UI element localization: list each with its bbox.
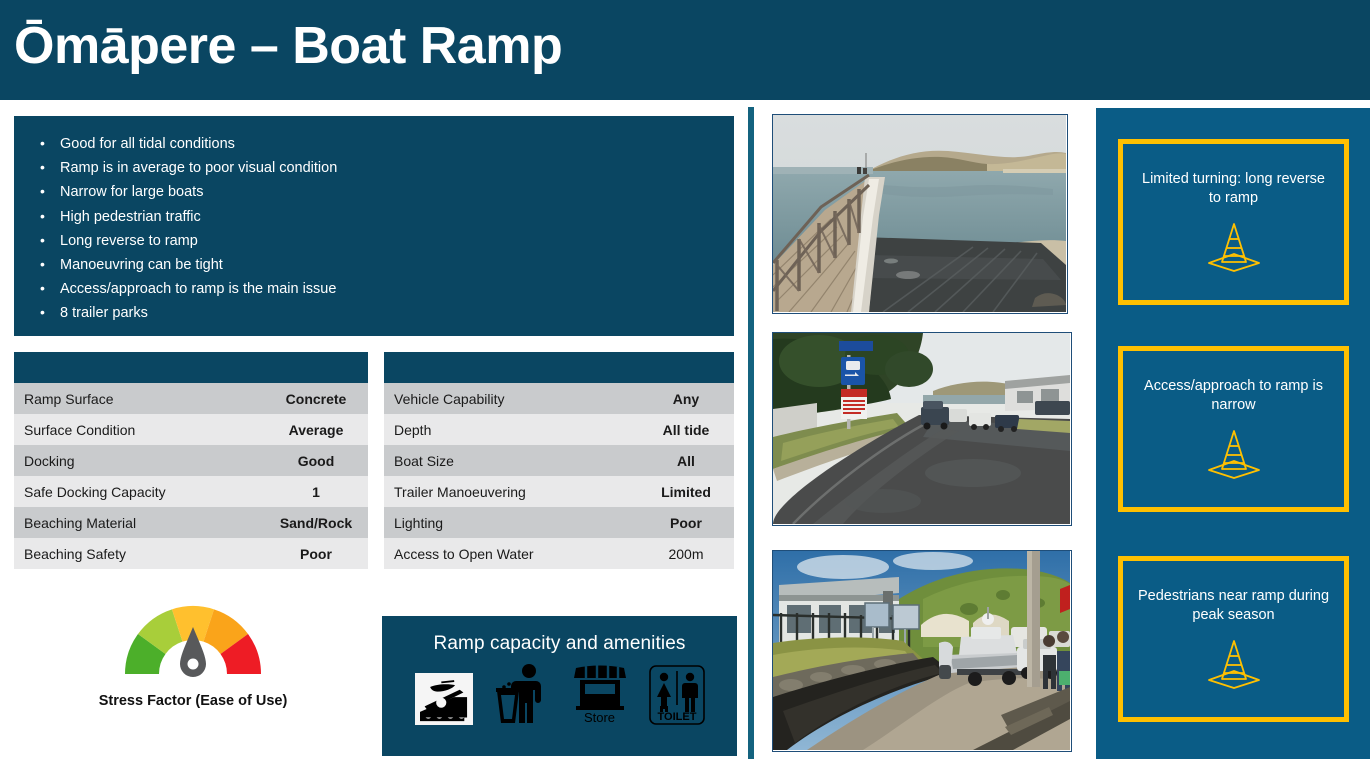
row-label: Vehicle Capability [384,383,638,414]
table-row: Trailer Manoeuvering Limited [384,476,734,507]
row-value: Good [264,445,368,476]
slide-header: Ōmāpere – Boat Ramp [0,0,1370,100]
stress-factor-gauge: Stress Factor (Ease of Use) [60,592,326,709]
risk-text: Access/approach to ramp is narrow [1144,378,1323,413]
traffic-cone-icon [1207,430,1260,479]
list-item: Access/approach to ramp is the main issu… [36,276,734,301]
row-value: 1 [264,476,368,507]
row-label: Ramp Surface [14,383,264,414]
table-header-cell [384,352,734,383]
table-row: Vehicle Capability Any [384,383,734,414]
list-item: High pedestrian traffic [36,204,734,229]
gauge-label: Stress Factor (Ease of Use) [98,693,288,709]
toilet-label: TOILET [657,711,696,723]
rubbish-bin-icon [495,664,541,723]
risk-box-narrow-access: Access/approach to ramp is narrow [1118,346,1349,512]
slide: Ōmāpere – Boat Ramp Good for all tidal c… [0,0,1370,767]
list-item: Narrow for large boats [36,179,734,204]
gauge-icon [124,606,261,677]
amenities-title: Ramp capacity and amenities [433,633,686,654]
list-item: Good for all tidal conditions [36,131,734,156]
row-label: Docking [14,445,264,476]
row-label: Safe Docking Capacity [14,476,264,507]
boat-ramp-icon [414,673,473,725]
amenities-icon-row: Store TOILET [382,663,737,725]
risk-box-limited-turning: Limited turning: long reverse to ramp [1118,139,1349,305]
amenity-rubbish-bin [495,663,551,725]
toilet-icon: TOILET [648,665,705,725]
row-value: Any [638,383,734,414]
ramp-capability-table: Vehicle Capability Any Depth All tide Bo… [384,352,734,569]
amenities-panel: Ramp capacity and amenities Store TOILET [382,616,737,756]
row-value: Poor [638,507,734,538]
photo-access-road [772,332,1072,526]
row-label: Lighting [384,507,638,538]
table-row: Access to Open Water 200m [384,538,734,569]
table-header-row [14,352,368,383]
row-label: Surface Condition [14,414,264,445]
risks-panel: Limited turning: long reverse to ramp Ac… [1096,108,1370,759]
table-row: Lighting Poor [384,507,734,538]
table-row: Safe Docking Capacity 1 [14,476,368,507]
table-row: Beaching Safety Poor [14,538,368,569]
amenity-boat-ramp [414,673,473,725]
row-label: Beaching Safety [14,538,264,569]
list-item: 8 trailer parks [36,300,734,325]
key-points-panel: Good for all tidal conditions Ramp is in… [14,116,734,336]
table-row: Docking Good [14,445,368,476]
row-label: Beaching Material [14,507,264,538]
table-header-row [384,352,734,383]
row-value: Concrete [264,383,368,414]
traffic-cone-icon [1207,640,1260,689]
row-value: Average [264,414,368,445]
amenity-caption: Store [583,710,616,725]
list-item: Manoeuvring can be tight [36,252,734,277]
list-item: Long reverse to ramp [36,228,734,253]
row-label: Depth [384,414,638,445]
row-value: Limited [638,476,734,507]
photo-access-road-image [773,333,1070,524]
amenity-store: Store [573,664,627,725]
list-item: Ramp is in average to poor visual condit… [36,155,734,180]
traffic-cone-icon [1207,223,1260,272]
row-value: All tide [638,414,734,445]
photo-boat-launching [772,550,1072,752]
photo-jetty-and-ramp [772,114,1068,314]
ramp-attributes-table: Ramp Surface Concrete Surface Condition … [14,352,368,569]
row-value: All [638,445,734,476]
table-row: Ramp Surface Concrete [14,383,368,414]
row-label: Trailer Manoeuvering [384,476,638,507]
row-label: Boat Size [384,445,638,476]
table-row: Surface Condition Average [14,414,368,445]
table-row: Depth All tide [384,414,734,445]
table-row: Boat Size All [384,445,734,476]
row-value: Poor [264,538,368,569]
risk-text: Limited turning: long reverse to ramp [1142,171,1325,206]
row-value: 200m [638,538,734,569]
store-icon [573,665,626,710]
risk-text: Pedestrians near ramp during peak season [1137,588,1330,623]
vertical-divider [748,107,754,759]
table-header-cell [14,352,368,383]
table-row: Beaching Material Sand/Rock [14,507,368,538]
amenity-toilet: TOILET [648,665,705,725]
key-points-list: Good for all tidal conditions Ramp is in… [36,131,734,326]
row-value: Sand/Rock [264,507,368,538]
photo-jetty-and-ramp-image [773,115,1066,312]
risk-box-pedestrians: Pedestrians near ramp during peak season [1118,556,1349,722]
photo-boat-launching-image [773,551,1070,750]
row-label: Access to Open Water [384,538,638,569]
page-title: Ōmāpere – Boat Ramp [14,17,563,75]
